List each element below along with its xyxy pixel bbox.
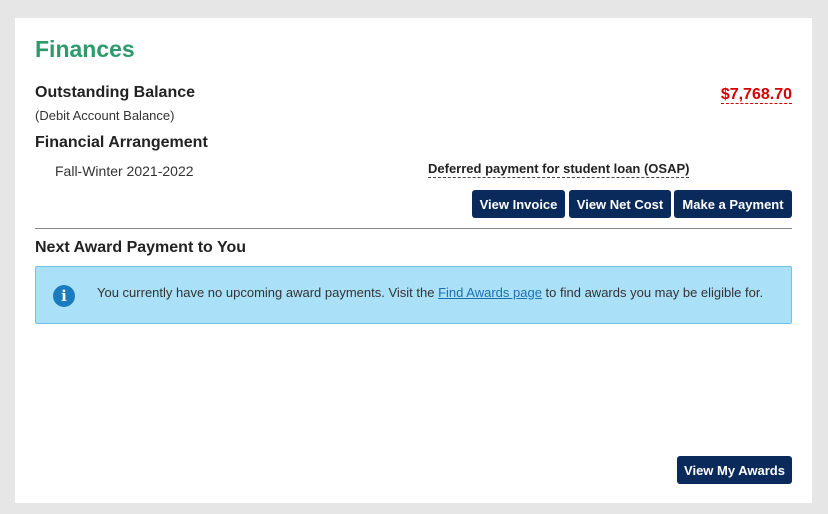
alert-text-before: You currently have no upcoming award pay… bbox=[97, 285, 439, 300]
make-payment-button[interactable]: Make a Payment bbox=[674, 190, 792, 218]
alert-text-after: to find awards you may be eligible for. bbox=[541, 285, 764, 300]
view-invoice-button[interactable]: View Invoice bbox=[472, 190, 565, 218]
debit-account-label: (Debit Account Balance) bbox=[35, 108, 175, 123]
no-awards-alert: i You currently have no upcoming award p… bbox=[35, 266, 792, 324]
next-award-heading: Next Award Payment to You bbox=[35, 239, 247, 256]
financial-arrangement-heading: Financial Arrangement bbox=[35, 134, 208, 151]
info-circle-icon: i bbox=[53, 285, 75, 307]
view-net-cost-button[interactable]: View Net Cost bbox=[569, 190, 671, 218]
section-divider bbox=[35, 228, 792, 229]
find-awards-link[interactable]: Find Awards page bbox=[438, 285, 542, 300]
finances-card: Finances Outstanding Balance (Debit Acco… bbox=[15, 18, 812, 503]
alert-message: You currently have no upcoming award pay… bbox=[97, 285, 763, 300]
balance-amount[interactable]: $7,768.70 bbox=[720, 86, 792, 104]
view-my-awards-button[interactable]: View My Awards bbox=[677, 456, 792, 484]
page-title: Finances bbox=[35, 36, 135, 62]
outstanding-balance-heading: Outstanding Balance bbox=[35, 84, 196, 101]
arrangement-type[interactable]: Deferred payment for student loan (OSAP) bbox=[428, 161, 690, 178]
arrangement-term: Fall-Winter 2021-2022 bbox=[55, 163, 194, 179]
